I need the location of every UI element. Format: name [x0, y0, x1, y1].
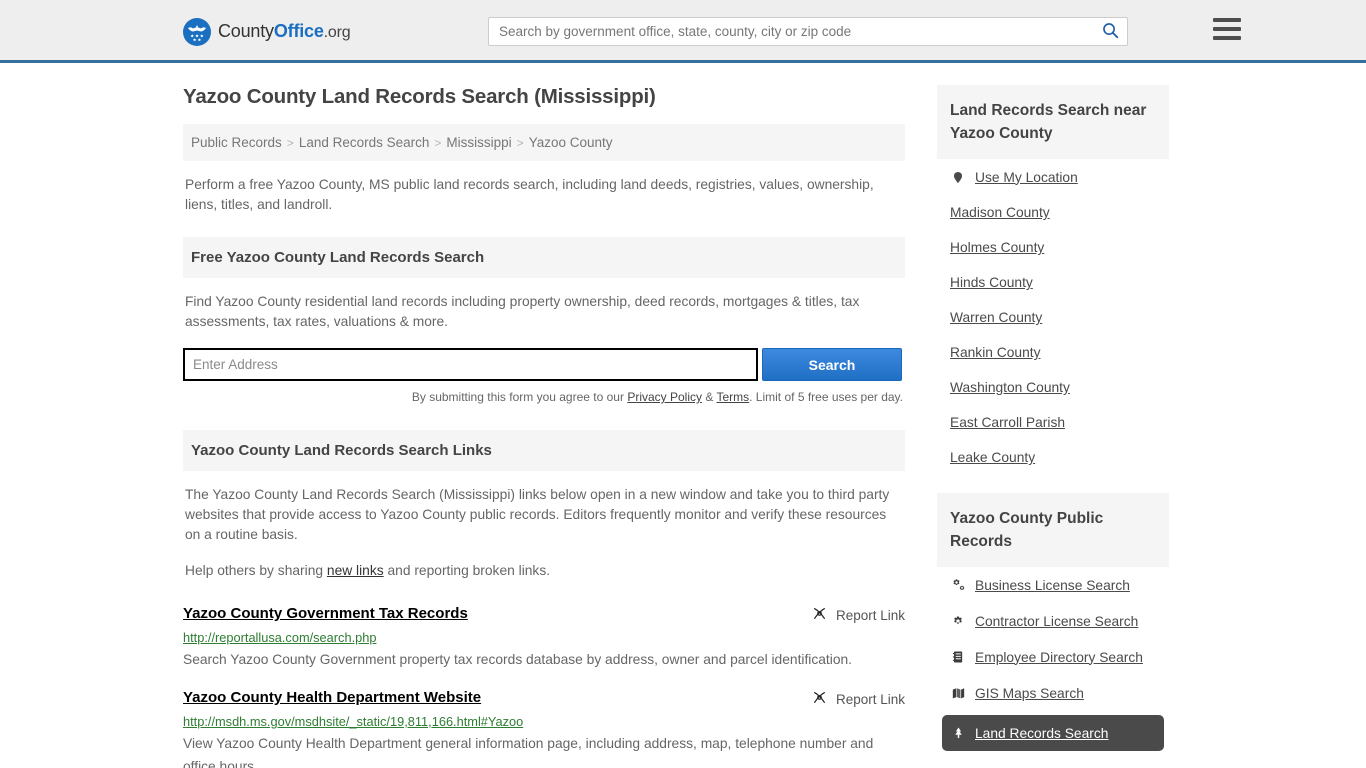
cogs-icon: [950, 577, 966, 593]
report-link-button[interactable]: Report Link: [812, 606, 905, 624]
sidebar-item-gis-maps-search[interactable]: GIS Maps Search: [950, 675, 1156, 711]
eagle-shield-icon: [183, 17, 211, 46]
site-logo-text: CountyOffice.org: [218, 21, 351, 42]
sidebar-item-label[interactable]: GIS Maps Search: [975, 686, 1084, 701]
result-item: Yazoo County Health Department Website R…: [183, 689, 905, 768]
sidebar-item-east-carroll-parish[interactable]: East Carroll Parish: [950, 405, 1156, 440]
sidebar-item-label[interactable]: Use My Location: [975, 170, 1078, 185]
breadcrumb-item-mississippi[interactable]: Mississippi: [446, 135, 511, 150]
sidebar-item-label[interactable]: Land Records Search: [975, 726, 1108, 741]
site-header: CountyOffice.org: [0, 0, 1366, 63]
sidebar-item-warren-county[interactable]: Warren County: [950, 300, 1156, 335]
sidebar-public-records-list: Business License Search Contractor Licen…: [937, 567, 1169, 751]
sidebar-item-employee-directory-search[interactable]: Employee Directory Search: [950, 639, 1156, 675]
tree-icon: [950, 725, 966, 741]
hamburger-bar: [1213, 27, 1241, 31]
disclaimer-prefix: By submitting this form you agree to our: [411, 390, 628, 404]
breadcrumb-separator: >: [516, 136, 524, 150]
result-title-link[interactable]: Yazoo County Health Department Website: [183, 689, 481, 706]
sidebar-item-hinds-county[interactable]: Hinds County: [950, 265, 1156, 300]
result-url[interactable]: http://reportallusa.com/search.php: [183, 630, 905, 645]
hamburger-menu-icon[interactable]: [1213, 18, 1241, 40]
address-search-input[interactable]: [183, 348, 758, 381]
broken-link-icon: [812, 690, 827, 708]
free-search-body: Find Yazoo County residential land recor…: [185, 294, 860, 329]
map-pin-icon: [950, 169, 966, 185]
site-logo[interactable]: CountyOffice.org: [183, 17, 351, 46]
sidebar-item-holmes-county[interactable]: Holmes County: [950, 230, 1156, 265]
sidebar-item-label[interactable]: East Carroll Parish: [950, 415, 1065, 430]
disclaimer-suffix: . Limit of 5 free uses per day.: [749, 390, 903, 404]
address-search-form: Search: [183, 348, 905, 381]
privacy-policy-link[interactable]: Privacy Policy: [627, 390, 702, 404]
help-prefix: Help others by sharing: [185, 563, 327, 578]
sidebar-public-records-heading: Yazoo County Public Records: [937, 493, 1169, 567]
sidebar-item-label[interactable]: Hinds County: [950, 275, 1033, 290]
cog-icon: [950, 613, 966, 629]
broken-link-icon: [812, 606, 827, 624]
sidebar-item-label[interactable]: Leake County: [950, 450, 1035, 465]
breadcrumb-item-yazoo-county[interactable]: Yazoo County: [529, 135, 613, 150]
sidebar-item-label[interactable]: Rankin County: [950, 345, 1041, 360]
sidebar-nearby-list: Use My Location Madison County Holmes Co…: [937, 159, 1169, 475]
sidebar-item-washington-county[interactable]: Washington County: [950, 370, 1156, 405]
sidebar-item-label[interactable]: Holmes County: [950, 240, 1044, 255]
disclaimer-amp: &: [702, 390, 717, 404]
map-icon: [950, 685, 966, 701]
free-search-heading: Free Yazoo County Land Records Search: [183, 237, 905, 278]
sidebar-item-land-records-search[interactable]: Land Records Search: [942, 715, 1164, 751]
main-column: Yazoo County Land Records Search (Missis…: [183, 85, 905, 768]
result-url[interactable]: http://msdh.ms.gov/msdhsite/_static/19,8…: [183, 714, 905, 729]
sidebar-item-use-my-location[interactable]: Use My Location: [950, 159, 1156, 195]
new-links-link[interactable]: new links: [327, 563, 384, 578]
breadcrumb: Public Records > Land Records Search > Missi…: [183, 124, 905, 161]
breadcrumb-separator: >: [434, 136, 442, 150]
address-book-icon: [950, 649, 966, 665]
report-link-button[interactable]: Report Link: [812, 690, 905, 708]
result-description: Search Yazoo County Government property …: [183, 652, 853, 667]
sidebar-item-label[interactable]: Contractor License Search: [975, 614, 1138, 629]
result-title-link[interactable]: Yazoo County Government Tax Records: [183, 605, 468, 622]
result-description: View Yazoo County Health Department gene…: [183, 736, 874, 768]
form-disclaimer: By submitting this form you agree to our…: [183, 390, 905, 404]
sidebar-item-contractor-license-search[interactable]: Contractor License Search: [950, 603, 1156, 639]
breadcrumb-item-public-records[interactable]: Public Records: [191, 135, 282, 150]
global-search-bar[interactable]: [488, 17, 1128, 46]
links-section-body: The Yazoo County Land Records Search (Mi…: [185, 487, 890, 542]
hamburger-bar: [1213, 36, 1241, 40]
report-link-label: Report Link: [835, 691, 905, 707]
sidebar-item-madison-county[interactable]: Madison County: [950, 195, 1156, 230]
sidebar-item-label[interactable]: Madison County: [950, 205, 1050, 220]
logo-county: County: [218, 21, 274, 41]
help-suffix: and reporting broken links.: [383, 563, 551, 578]
sidebar-item-label[interactable]: Washington County: [950, 380, 1070, 395]
breadcrumb-item-land-records-search[interactable]: Land Records Search: [299, 135, 430, 150]
sidebar-item-rankin-county[interactable]: Rankin County: [950, 335, 1156, 370]
hamburger-bar: [1213, 18, 1241, 22]
page-container: Yazoo County Land Records Search (Missis…: [183, 63, 1183, 768]
page-title: Yazoo County Land Records Search (Missis…: [183, 85, 656, 108]
links-section-help: Help others by sharing new links and rep…: [183, 545, 905, 581]
logo-org: .org: [323, 24, 351, 41]
sidebar-nearby-heading: Land Records Search near Yazoo County: [937, 85, 1169, 159]
breadcrumb-separator: >: [286, 136, 294, 150]
search-icon: [1102, 22, 1119, 42]
report-link-label: Report Link: [835, 607, 905, 623]
sidebar-public-records-block: Yazoo County Public Records Business Lic…: [937, 493, 1169, 751]
sidebar-item-leake-county[interactable]: Leake County: [950, 440, 1156, 475]
sidebar-item-label[interactable]: Employee Directory Search: [975, 650, 1143, 665]
sidebar-item-business-license-search[interactable]: Business License Search: [950, 567, 1156, 603]
sidebar-item-label[interactable]: Business License Search: [975, 578, 1130, 593]
links-section-heading: Yazoo County Land Records Search Links: [183, 430, 905, 471]
terms-link[interactable]: Terms: [716, 390, 749, 404]
search-submit-button[interactable]: [1093, 18, 1127, 45]
sidebar-item-label[interactable]: Warren County: [950, 310, 1042, 325]
search-input[interactable]: [489, 18, 1093, 45]
result-item: Yazoo County Government Tax Records Repo…: [183, 605, 905, 671]
address-search-button[interactable]: Search: [762, 348, 902, 381]
logo-office: Office: [273, 21, 324, 41]
sidebar: Land Records Search near Yazoo County Us…: [937, 85, 1169, 768]
page-intro-text: Perform a free Yazoo County, MS public l…: [185, 177, 874, 212]
